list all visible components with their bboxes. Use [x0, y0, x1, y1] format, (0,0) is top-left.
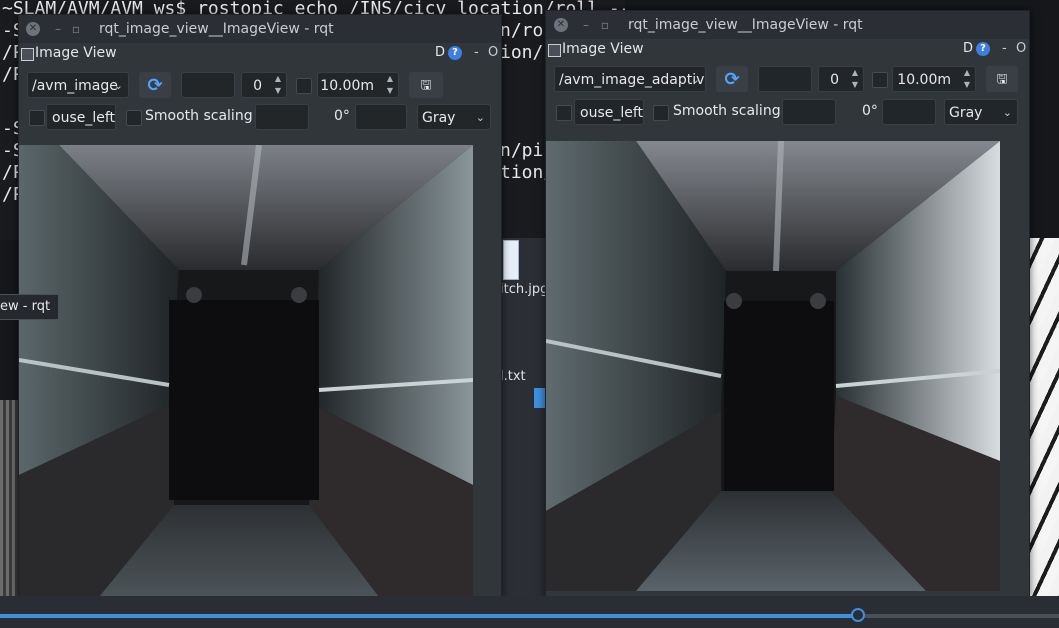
help-icon[interactable]: ?: [448, 46, 462, 60]
window-title: rqt_image_view__ImageView - rqt: [628, 17, 863, 33]
dock-options-button[interactable]: O: [488, 45, 498, 60]
maximize-icon[interactable]: ▫: [69, 22, 83, 36]
save-icon: 🖫: [996, 72, 1008, 87]
image-file-thumbnail[interactable]: [503, 240, 519, 280]
topic-select-value: /avm_image: [32, 78, 118, 94]
file-manager-panel: itch.jpg l.txt: [500, 238, 548, 598]
dock-widget-bar[interactable]: Image View D ? - O: [19, 43, 501, 65]
playback-slider-handle[interactable]: [850, 608, 865, 622]
dock-d-label[interactable]: D: [435, 45, 445, 60]
file-name[interactable]: itch.jpg: [500, 282, 548, 297]
minimize-icon[interactable]: –: [51, 22, 65, 36]
playback-slider-fill: [0, 614, 858, 618]
avm-image-right: [546, 141, 1000, 591]
window-titlebar[interactable]: ✕ – ▫ rqt_image_view__ImageView - rqt: [19, 15, 501, 43]
window-title: rqt_image_view__ImageView - rqt: [99, 21, 334, 37]
mouse-publish-checkbox[interactable]: [556, 105, 572, 121]
colormap-select-value: Gray: [422, 110, 456, 126]
close-icon[interactable]: ✕: [26, 22, 40, 36]
topic-filter-input[interactable]: [181, 72, 235, 98]
dock-widget-bar[interactable]: Image View D ? - O: [546, 39, 1029, 61]
duration-spinbox[interactable]: 10.00m ▲ ▼: [892, 66, 976, 92]
smooth-scaling-checkbox[interactable]: [126, 110, 142, 126]
dynamic-range-checkbox[interactable]: [872, 72, 888, 88]
colormap-select-value: Gray: [949, 105, 983, 121]
playback-bar: [0, 596, 1059, 628]
mouse-topic-value: ouse_left: [580, 105, 644, 121]
dock-d-label[interactable]: D: [963, 41, 973, 56]
chevron-down-icon: ⌄: [475, 111, 485, 124]
frame-spinbox[interactable]: 0 ▲ ▼: [241, 72, 287, 98]
maximize-icon[interactable]: ▫: [598, 18, 612, 32]
frame-spinbox-value: 0: [253, 78, 262, 94]
max-value-input[interactable]: [255, 104, 309, 130]
mouse-publish-checkbox[interactable]: [29, 110, 45, 126]
background-image-edge: [0, 400, 18, 596]
rotation-input[interactable]: [355, 104, 407, 130]
max-value-input[interactable]: [782, 99, 836, 125]
dock-title: Image View: [35, 45, 117, 61]
rotation-input[interactable]: [882, 99, 936, 125]
terminal-line: n/ro: [500, 20, 544, 41]
background-image-window: [1029, 238, 1059, 596]
spin-arrows-icon[interactable]: ▲ ▼: [964, 67, 970, 91]
duration-spinbox-value: 10.00m: [897, 72, 951, 88]
minimize-icon[interactable]: –: [579, 18, 593, 32]
refresh-topics-button[interactable]: ⟳: [716, 66, 748, 92]
smooth-scaling-label: Smooth scaling: [673, 103, 781, 119]
window-titlebar[interactable]: ✕ – ▫ rqt_image_view__ImageView - rqt: [546, 11, 1029, 39]
frame-spinbox[interactable]: 0 ▲ ▼: [818, 66, 864, 92]
rqt-image-view-window-right: ✕ – ▫ rqt_image_view__ImageView - rqt Im…: [545, 10, 1030, 598]
file-name[interactable]: l.txt: [500, 369, 526, 384]
chevron-down-icon: ⌄: [113, 79, 123, 92]
avm-image-left: [19, 145, 473, 597]
dock-minimize-button[interactable]: -: [1002, 41, 1007, 56]
chevron-down-icon: ⌄: [1002, 106, 1012, 119]
duration-spinbox-value: 10.00m: [320, 78, 374, 94]
spin-arrows-icon[interactable]: ▲ ▼: [852, 67, 858, 91]
image-view-icon: [548, 44, 561, 57]
help-icon[interactable]: ?: [976, 42, 990, 56]
image-display[interactable]: [19, 145, 473, 597]
refresh-icon: ⟳: [147, 75, 163, 96]
save-icon: 🖫: [420, 78, 432, 93]
save-image-button[interactable]: 🖫: [409, 72, 443, 98]
duration-spinbox[interactable]: 10.00m ▲ ▼: [317, 72, 399, 98]
frame-spinbox-value: 0: [830, 72, 839, 88]
dock-minimize-button[interactable]: -: [474, 45, 479, 60]
smooth-scaling-checkbox[interactable]: [653, 105, 669, 121]
spin-arrows-icon[interactable]: ▲ ▼: [387, 73, 393, 97]
mouse-topic-input[interactable]: ouse_left: [574, 99, 644, 125]
rqt-image-view-window-left: ✕ – ▫ rqt_image_view__ImageView - rqt Im…: [18, 14, 502, 598]
topic-select[interactable]: /avm_image ⌄: [27, 72, 129, 98]
dock-options-button[interactable]: O: [1016, 41, 1026, 56]
topic-select[interactable]: /avm_image_adaptiv ⌄: [554, 66, 706, 92]
image-display[interactable]: [546, 141, 1000, 591]
rotation-label: 0°: [334, 108, 350, 124]
taskbar-tooltip: ew - rqt: [0, 294, 60, 320]
topic-filter-input[interactable]: [758, 66, 812, 92]
chevron-down-icon: ⌄: [690, 73, 700, 86]
terminal-line: n/pi: [500, 140, 544, 161]
mouse-topic-value: ouse_left: [52, 110, 116, 126]
image-view-icon: [21, 48, 34, 61]
spin-arrows-icon[interactable]: ▲ ▼: [275, 73, 281, 97]
topic-select-value: /avm_image_adaptiv: [559, 72, 705, 88]
rotation-label: 0°: [862, 103, 878, 119]
colormap-select[interactable]: Gray ⌄: [417, 104, 491, 130]
colormap-select[interactable]: Gray ⌄: [944, 99, 1018, 125]
refresh-icon: ⟳: [724, 69, 740, 90]
terminal-line: ion/: [500, 42, 544, 63]
refresh-topics-button[interactable]: ⟳: [139, 72, 171, 98]
dynamic-range-checkbox[interactable]: [296, 78, 312, 94]
dock-title: Image View: [562, 41, 644, 57]
mouse-topic-input[interactable]: ouse_left: [46, 104, 116, 130]
save-image-button[interactable]: 🖫: [986, 66, 1018, 92]
smooth-scaling-label: Smooth scaling: [145, 108, 253, 124]
close-icon[interactable]: ✕: [554, 18, 568, 32]
